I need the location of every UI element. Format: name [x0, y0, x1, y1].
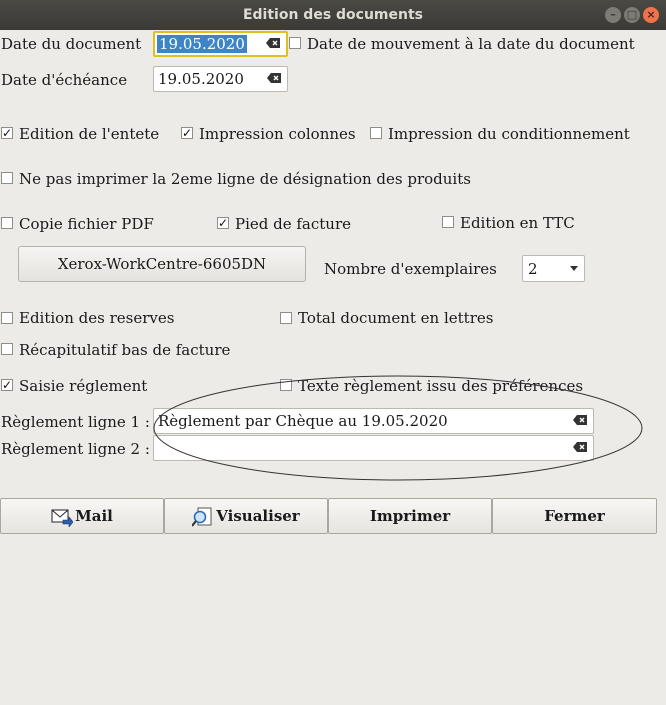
due-date-value: 19.05.2020	[158, 70, 244, 88]
clear-icon[interactable]	[573, 415, 587, 425]
mail-icon	[51, 509, 74, 527]
fermer-label: Fermer	[544, 507, 605, 525]
printer-button[interactable]: Xerox-WorkCentre-6605DN	[18, 246, 306, 282]
visualiser-button[interactable]: Visualiser	[164, 498, 328, 534]
doc-date-field[interactable]: 19.05.2020	[153, 31, 288, 57]
texte-reglement-label: Texte règlement issu des préférences	[298, 377, 584, 395]
colonnes-label: Impression colonnes	[199, 125, 356, 143]
total-lettres-checkbox[interactable]	[280, 312, 292, 324]
reglement-line1-field[interactable]: Règlement par Chèque au 19.05.2020	[153, 408, 594, 434]
printer-name: Xerox-WorkCentre-6605DN	[57, 255, 267, 273]
fermer-button[interactable]: Fermer	[492, 498, 657, 534]
window-titlebar: Edition des documents – □ ×	[0, 0, 666, 30]
chevron-down-icon	[570, 266, 578, 271]
reserves-checkbox[interactable]	[1, 312, 13, 324]
preview-icon	[192, 507, 212, 527]
clear-icon[interactable]	[266, 38, 280, 48]
imprimer-label: Imprimer	[369, 507, 451, 525]
reglement-line2-label: Règlement ligne 2 :	[1, 440, 150, 458]
ligne2-label: Ne pas imprimer la 2eme ligne de désigna…	[19, 170, 471, 188]
mail-button[interactable]: Mail	[0, 498, 164, 534]
ligne2-checkbox[interactable]	[1, 172, 13, 184]
copies-label: Nombre d'exemplaires	[324, 260, 497, 278]
doc-date-label: Date du document	[1, 35, 142, 53]
recap-checkbox[interactable]	[1, 343, 13, 355]
reglement-line1-label: Règlement ligne 1 :	[1, 413, 150, 431]
mail-label: Mail	[75, 507, 113, 525]
visualiser-label: Visualiser	[216, 507, 300, 525]
entete-checkbox[interactable]: ✓	[1, 127, 13, 139]
close-icon[interactable]: ×	[643, 7, 659, 23]
doc-date-value: 19.05.2020	[157, 35, 247, 53]
pdf-label: Copie fichier PDF	[19, 215, 154, 233]
reglement-line1-value: Règlement par Chèque au 19.05.2020	[158, 412, 448, 430]
clear-icon[interactable]	[267, 73, 281, 83]
window-title: Edition des documents	[242, 7, 424, 23]
copies-select[interactable]: 2	[522, 255, 585, 282]
reserves-label: Edition des reserves	[19, 309, 175, 327]
pied-checkbox[interactable]: ✓	[217, 217, 229, 229]
due-date-label: Date d'échéance	[1, 71, 128, 89]
copies-value: 2	[528, 260, 538, 278]
saisie-reglement-label: Saisie réglement	[19, 377, 148, 395]
move-date-checkbox[interactable]	[289, 37, 301, 49]
due-date-field[interactable]: 19.05.2020	[153, 66, 288, 92]
clear-icon[interactable]	[573, 442, 587, 452]
saisie-reglement-checkbox[interactable]: ✓	[1, 379, 13, 391]
ttc-checkbox[interactable]	[442, 216, 454, 228]
entete-label: Edition de l'entete	[19, 125, 160, 143]
imprimer-button[interactable]: Imprimer	[328, 498, 492, 534]
ttc-label: Edition en TTC	[460, 214, 575, 232]
pdf-checkbox[interactable]	[1, 217, 13, 229]
recap-label: Récapitulatif bas de facture	[19, 341, 231, 359]
pied-label: Pied de facture	[235, 215, 352, 233]
move-date-label: Date de mouvement à la date du document	[307, 35, 635, 53]
maximize-icon[interactable]: □	[624, 7, 640, 23]
conditionnement-label: Impression du conditionnement	[388, 125, 630, 143]
reglement-line2-field[interactable]	[153, 435, 594, 461]
colonnes-checkbox[interactable]: ✓	[181, 127, 193, 139]
texte-reglement-checkbox[interactable]	[280, 379, 292, 391]
conditionnement-checkbox[interactable]	[370, 127, 382, 139]
minimize-icon[interactable]: –	[605, 7, 621, 23]
total-lettres-label: Total document en lettres	[298, 309, 494, 327]
